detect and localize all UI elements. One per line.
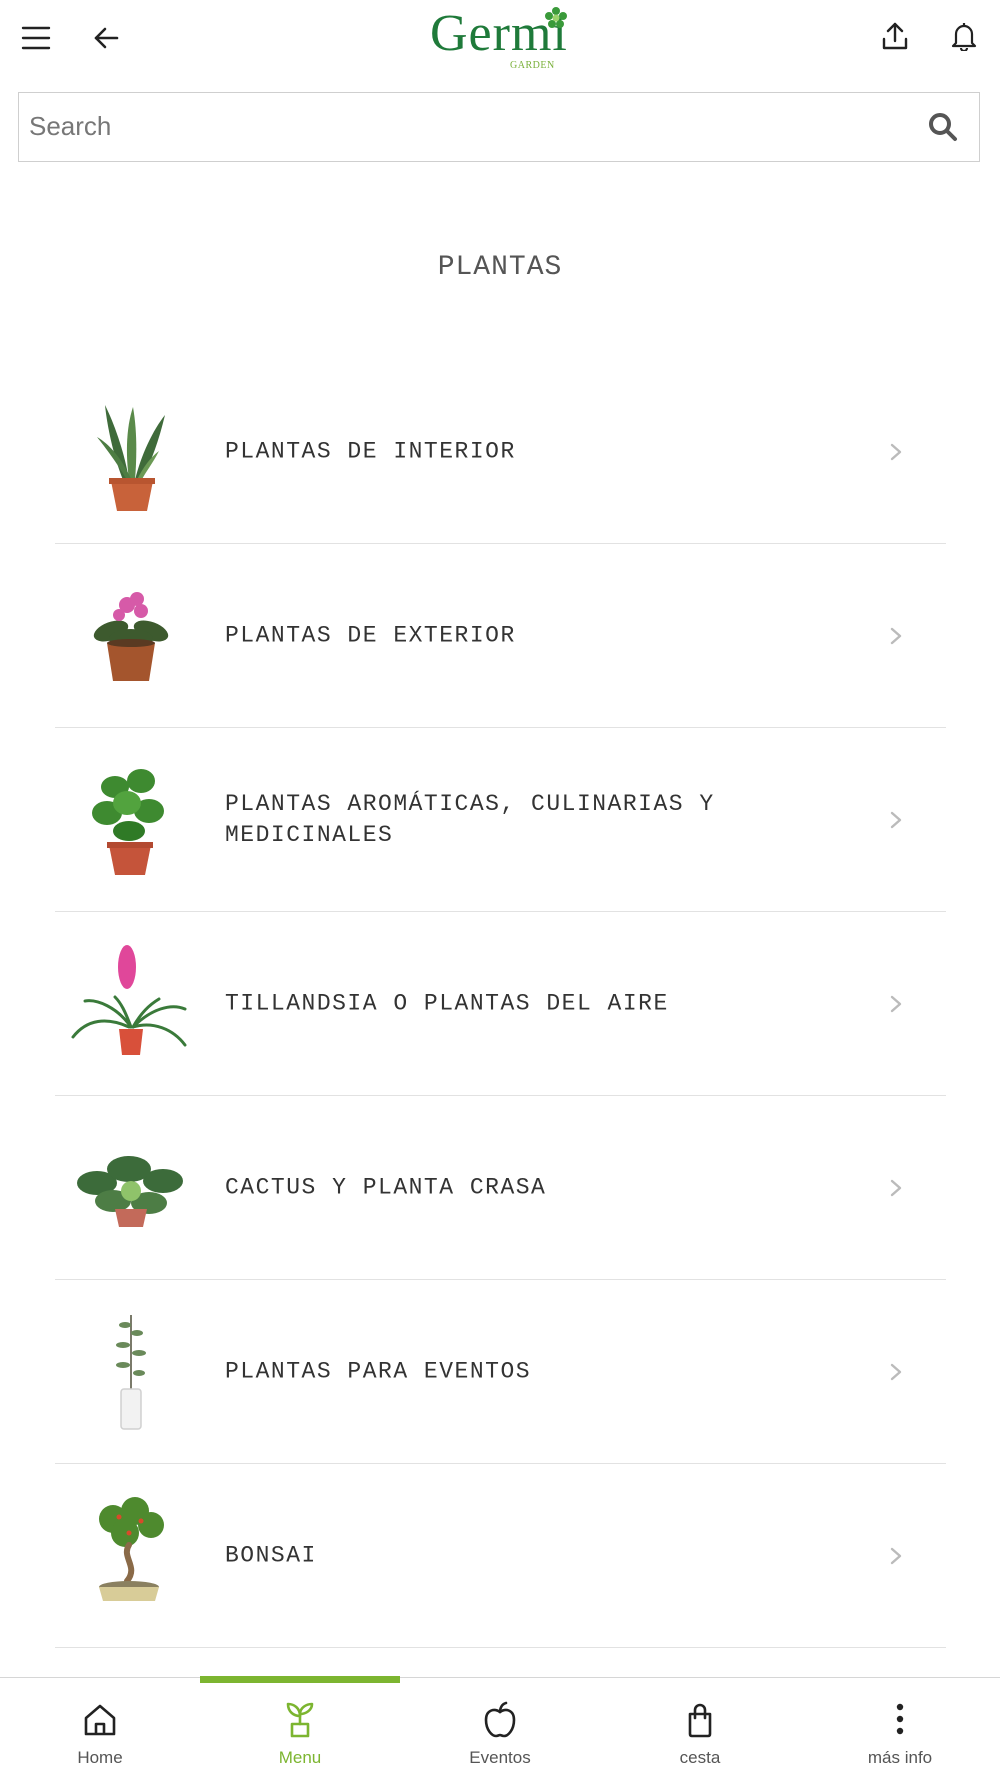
chevron-right-icon (890, 1179, 902, 1196)
chevron-right-icon (890, 995, 902, 1012)
category-item-plantas-para-eventos[interactable]: PLANTAS PARA EVENTOS (55, 1280, 946, 1464)
category-label: CACTUS Y PLANTA CRASA (225, 1174, 547, 1200)
basil-plant-thumbnail (92, 769, 164, 875)
category-label: PLANTAS DE EXTERIOR (225, 622, 516, 648)
share-upload-icon[interactable] (873, 14, 917, 58)
home-icon (84, 1704, 116, 1736)
sprout-icon (286, 1702, 314, 1738)
category-label: PLANTAS DE INTERIOR (225, 438, 516, 464)
bell-icon[interactable] (942, 14, 986, 58)
back-arrow-icon[interactable] (84, 16, 128, 60)
nav-cesta[interactable]: cesta (600, 1678, 800, 1779)
top-bar: Germi GARDEN (0, 0, 1000, 76)
bonsai-thumbnail (99, 1497, 164, 1601)
chevron-right-icon (890, 1363, 902, 1380)
search-bar (18, 92, 980, 162)
page-title: PLANTAS (437, 252, 563, 283)
sapling-thumbnail (116, 1315, 146, 1430)
category-item-plantas-de-interior[interactable]: PLANTAS DE INTERIOR (55, 360, 946, 544)
search-input[interactable] (19, 93, 919, 159)
more-vertical-icon (896, 1703, 904, 1735)
nav-eventos[interactable]: Eventos (400, 1678, 600, 1779)
nav-label: más info (867, 1748, 933, 1767)
category-item-plantas-de-exterior[interactable]: PLANTAS DE EXTERIOR (55, 544, 946, 728)
category-item-plantas-aromaticas[interactable]: PLANTAS AROMÁTICAS, CULINARIAS Y MEDICIN… (55, 728, 946, 912)
chevron-right-icon (890, 443, 902, 460)
menu-icon[interactable] (14, 16, 58, 60)
category-label: PLANTAS PARA EVENTOS (225, 1358, 532, 1384)
nav-label: cesta (679, 1748, 721, 1767)
flower-icon (545, 7, 567, 28)
logo-subtext: GARDEN (510, 60, 555, 71)
germi-garden-logo[interactable]: Germi GARDEN (430, 4, 570, 72)
chevron-right-icon (890, 811, 902, 828)
category-list: PLANTAS DE INTERIOR PLANTAS DE EXTERIOR (55, 360, 946, 1648)
nav-label: Home (77, 1748, 123, 1767)
category-item-bonsai[interactable]: BONSAI (55, 1464, 946, 1648)
category-label: BONSAI (225, 1542, 317, 1568)
category-item-cactus[interactable]: CACTUS Y PLANTA CRASA (55, 1096, 946, 1280)
category-label: TILLANDSIA O PLANTAS DEL AIRE (225, 990, 669, 1016)
apple-icon (484, 1701, 516, 1738)
nav-menu[interactable]: Menu (200, 1678, 400, 1779)
bottom-navigation: Home Menu Eventos cesta más info (0, 1676, 1000, 1779)
nav-label: Menu (278, 1748, 322, 1767)
bromeliad-thumbnail (71, 945, 187, 1055)
nav-mas-info[interactable]: más info (800, 1678, 1000, 1779)
category-label: PLANTAS AROMÁTICAS, CULINARIAS Y MEDICIN… (225, 790, 715, 848)
chevron-right-icon (890, 1547, 902, 1564)
chevron-right-icon (890, 627, 902, 644)
nav-label: Eventos (469, 1748, 531, 1767)
flowering-plant-thumbnail (93, 592, 169, 681)
category-item-tillandsia[interactable]: TILLANDSIA O PLANTAS DEL AIRE (55, 912, 946, 1096)
nav-home[interactable]: Home (0, 1678, 200, 1779)
shopping-bag-icon (688, 1703, 712, 1738)
search-icon[interactable] (927, 111, 959, 143)
succulent-thumbnail (77, 1156, 183, 1227)
snake-plant-thumbnail (97, 405, 165, 511)
